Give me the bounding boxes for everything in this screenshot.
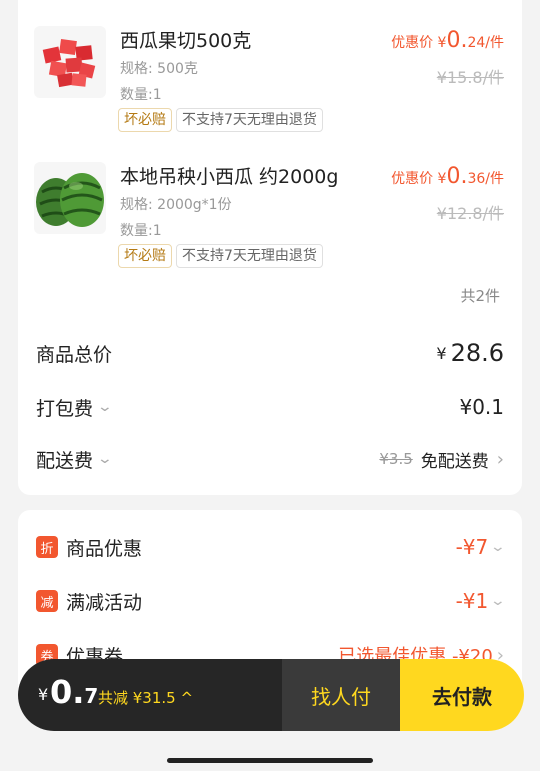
list-item[interactable]: 本地吊秧小西瓜 约2000g 规格: 2000g*1份 数量:1 坏必赔 不支持… <box>18 158 522 283</box>
chevron-down-icon[interactable]: ⌄ <box>490 593 506 609</box>
packing-fee-label: 打包费 <box>36 397 94 420</box>
list-item[interactable]: 西瓜果切500克 规格: 500克 数量:1 坏必赔 不支持7天无理由退货 优惠… <box>18 22 522 147</box>
product-tags: 坏必赔 不支持7天无理由退货 <box>118 108 323 132</box>
pay-button[interactable]: 去付款 <box>400 659 524 731</box>
find-someone-pay-button[interactable]: 找人付 <box>282 659 400 731</box>
guarantee-tag[interactable]: 坏必赔 <box>118 244 172 268</box>
product-spec: 规格: 2000g*1份 <box>120 197 232 213</box>
payment-bar: ¥ 0.7 共减 ¥31.5 ^ 找人付 去付款 <box>18 659 524 731</box>
product-image[interactable] <box>34 26 106 98</box>
total-price-label: 商品总价 <box>36 343 113 366</box>
product-tags: 坏必赔 不支持7天无理由退货 <box>118 244 323 268</box>
total-price-row: 商品总价 ¥ 28.6 <box>36 333 504 373</box>
chevron-down-icon[interactable]: ⌄ <box>490 539 506 555</box>
delivery-fee-label: 配送费 <box>36 449 94 472</box>
reduction-badge-icon: 减 <box>36 590 58 612</box>
full-reduction-row[interactable]: 减 满减活动 -¥1 ⌄ <box>36 581 506 621</box>
total-saved-toggle[interactable]: 共减 ¥31.5 ^ <box>98 687 193 708</box>
product-name: 本地吊秧小西瓜 约2000g <box>120 166 339 188</box>
delivery-original-fee: ¥3.5 <box>379 450 413 468</box>
product-discount-value: -¥7 <box>455 535 489 559</box>
packing-fee-value: ¥0.1 <box>459 395 504 419</box>
discount-price: 优惠价 ¥0.24/件 <box>391 28 504 53</box>
return-policy-tag: 不支持7天无理由退货 <box>176 244 323 268</box>
chevron-down-icon[interactable]: ⌄ <box>97 451 113 467</box>
chevron-down-icon[interactable]: ⌄ <box>97 399 113 415</box>
original-price: ¥15.8/件 <box>436 68 504 87</box>
product-name: 西瓜果切500克 <box>120 30 252 52</box>
total-price-value: ¥ 28.6 <box>436 339 504 367</box>
guarantee-tag[interactable]: 坏必赔 <box>118 108 172 132</box>
product-qty: 数量:1 <box>120 87 162 103</box>
full-reduction-label: 满减活动 <box>66 591 143 614</box>
free-delivery-text: 免配送费 <box>420 451 489 472</box>
return-policy-tag: 不支持7天无理由退货 <box>176 108 323 132</box>
payment-summary[interactable]: ¥ 0.7 共减 ¥31.5 ^ <box>18 659 282 731</box>
home-indicator[interactable] <box>167 758 373 763</box>
original-price: ¥12.8/件 <box>436 204 504 223</box>
chevron-right-icon[interactable]: › <box>497 449 504 470</box>
delivery-fee-row[interactable]: 配送费 ⌄ ¥3.5 免配送费 › <box>36 439 504 479</box>
product-image[interactable] <box>34 162 106 234</box>
packing-fee-row[interactable]: 打包费 ⌄ ¥0.1 <box>36 387 504 427</box>
order-items-card: 西瓜果切500克 规格: 500克 数量:1 坏必赔 不支持7天无理由退货 优惠… <box>18 0 522 495</box>
product-qty: 数量:1 <box>120 223 162 239</box>
full-reduction-value: -¥1 <box>455 589 489 613</box>
discount-price: 优惠价 ¥0.36/件 <box>391 164 504 189</box>
product-discount-row[interactable]: 折 商品优惠 -¥7 ⌄ <box>36 527 506 567</box>
payment-amount: 0.7 <box>50 673 99 711</box>
discount-badge-icon: 折 <box>36 536 58 558</box>
product-spec: 规格: 500克 <box>120 61 198 77</box>
item-count: 共2件 <box>460 287 500 305</box>
product-discount-label: 商品优惠 <box>66 537 143 560</box>
